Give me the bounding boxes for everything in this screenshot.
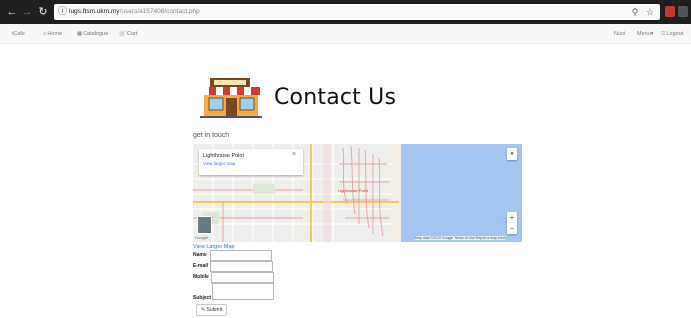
mobile-field[interactable] [211, 272, 274, 283]
nav-item-menu[interactable]: Menu▾ [637, 29, 654, 39]
browser-toolbar: ← → ↻ ⓘ lugs.ftsm.ukm.my/users/a157408/c… [0, 0, 691, 24]
subject-textarea[interactable] [212, 283, 274, 300]
map-attribution[interactable]: Map data ©2015 Google Terms of Use Repor… [415, 236, 506, 240]
url-text[interactable]: lugs.ftsm.ukm.my/users/a157408/contact.p… [69, 7, 200, 17]
name-field[interactable] [210, 250, 272, 261]
google-logo: Google [195, 235, 208, 240]
extension-icon[interactable] [665, 6, 675, 17]
email-label: E-mail [193, 263, 209, 269]
subject-label: Subject [193, 295, 212, 301]
map-info-card: Lighthouse Point View larger map × [199, 149, 303, 175]
zoom-out-button[interactable]: − [507, 223, 517, 234]
page-title: Contact Us [274, 85, 397, 110]
address-bar[interactable]: ⓘ lugs.ftsm.ukm.my/users/a157408/contact… [54, 4, 660, 20]
logout-icon: ⎋ [661, 31, 666, 37]
forward-arrow-icon[interactable]: → [21, 5, 33, 19]
map-view-larger-link[interactable]: View larger map [203, 161, 235, 166]
satellite-toggle[interactable] [197, 216, 212, 234]
map-zoom-control: + − [507, 212, 517, 234]
back-arrow-icon[interactable]: ← [6, 5, 18, 19]
grid-icon: ▦ [77, 31, 83, 37]
nav-item-catalogue[interactable]: ▦Catalogue [77, 29, 108, 39]
zoom-in-button[interactable]: + [507, 212, 517, 223]
pegman-icon[interactable]: ● [507, 148, 517, 160]
nav-item-cart[interactable]: 🛒Cart [119, 29, 137, 39]
star-icon[interactable]: ☆ [644, 5, 656, 19]
cart-icon: 🛒 [119, 31, 126, 37]
store-icon [200, 78, 262, 118]
close-icon[interactable]: × [292, 151, 296, 158]
nav-item-home[interactable]: ⌂Home [43, 29, 62, 39]
reload-icon[interactable]: ↻ [37, 5, 49, 19]
name-label: Name [193, 252, 207, 258]
nav-item-user[interactable]: Nuoi [614, 29, 625, 39]
home-icon: ⌂ [43, 31, 47, 37]
mobile-label: Mobile [193, 274, 209, 280]
navbar-brand[interactable]: iCafe [12, 29, 25, 39]
page-subtitle: get in touch [193, 132, 230, 139]
email-field[interactable] [210, 261, 273, 272]
submit-button[interactable]: ✎ Submit [196, 304, 227, 316]
pencil-icon: ✎ [200, 307, 206, 313]
map-place-label: Lighthouse Point [338, 188, 368, 193]
site-navbar: iCafe ⌂Home ▦Catalogue 🛒Cart Nuoi Menu▾ … [0, 24, 691, 44]
zoom-icon[interactable]: ⚲ [629, 5, 641, 19]
map-place-name: Lighthouse Point [203, 153, 244, 159]
nav-item-logout[interactable]: ⎋Logout [661, 29, 683, 39]
profile-icon[interactable] [678, 6, 688, 17]
